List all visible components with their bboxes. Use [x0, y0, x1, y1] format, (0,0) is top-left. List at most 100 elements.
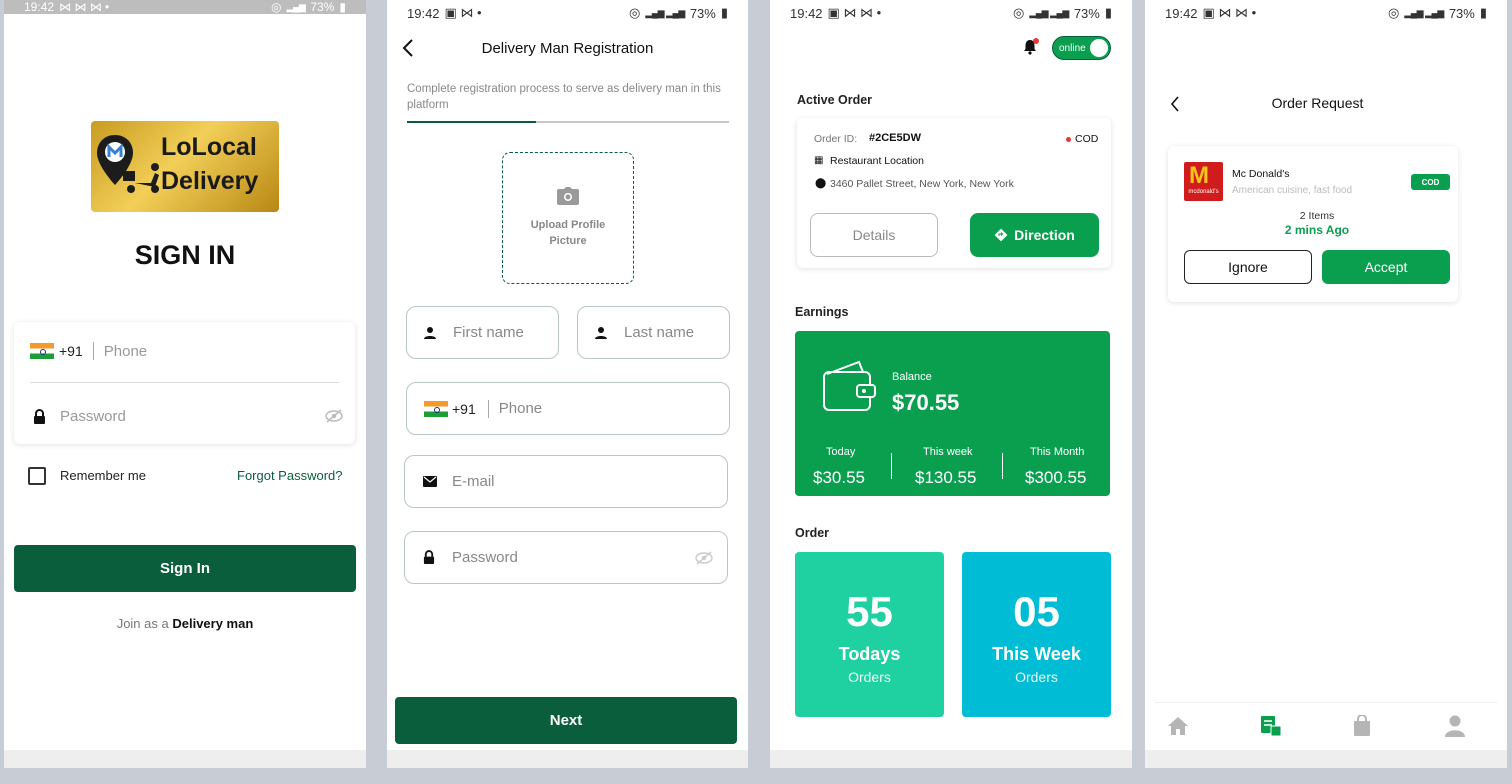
status-time: 19:42 [407, 5, 440, 21]
online-toggle[interactable]: online [1052, 36, 1111, 60]
week-value: $130.55 [915, 468, 977, 487]
hotspot-icon: ◎ [1013, 5, 1025, 20]
status-bar: 19:42 ⋈ ⋈ ⋈ • ◎ ▂▄▆ 73% ▮ [4, 0, 366, 14]
hotspot-icon: ◎ [271, 0, 282, 14]
online-label: online [1059, 42, 1086, 54]
signin-screen: 19:42 ⋈ ⋈ ⋈ • ◎ ▂▄▆ 73% ▮ LoLocal Delive… [4, 0, 366, 768]
ignore-button[interactable]: Ignore [1184, 250, 1312, 284]
login-card: +91 Phone Password [14, 322, 355, 444]
upload-label: Upload Profile Picture [530, 219, 606, 247]
join-delivery-link[interactable]: Delivery man [172, 616, 253, 631]
today-value: $30.55 [813, 468, 865, 487]
order-title: Order [795, 526, 830, 540]
battery-icon: ▮ [1104, 5, 1112, 20]
notification-bell[interactable] [1023, 38, 1039, 57]
status-bar: 19:42 ▣ ⋈ • ◎ ▂▄▆ ▂▄▆ 73% ▮ [387, 0, 748, 26]
payment-badge: COD [1411, 174, 1450, 190]
signal-icon: ▂▄▆ ▂▄▆ [1404, 7, 1444, 18]
order-address: 3460 Pallet Street, New York, New York [830, 178, 1014, 190]
accept-button[interactable]: Accept [1322, 250, 1450, 284]
eye-off-icon [325, 409, 343, 423]
forgot-password-link[interactable]: Forgot Password? [237, 468, 343, 483]
earnings-divider [891, 453, 892, 479]
status-bar: 19:42 ▣ ⋈ ⋈ • ◎ ▂▄▆ ▂▄▆ 73% ▮ [1145, 0, 1507, 26]
notification-icons: ▣ ⋈ ⋈ • [1202, 5, 1257, 20]
active-order-card: Order ID: #2CE5DW COD ▦ Restaurant Locat… [797, 118, 1111, 268]
email-input[interactable]: E-mail [452, 473, 495, 490]
month-value: $300.55 [1025, 468, 1087, 487]
password-field[interactable]: Password [404, 531, 728, 584]
battery-icon: ▮ [720, 5, 728, 20]
phone-input[interactable]: Phone [499, 400, 542, 417]
signal-icon: ▂▄▆ ▂▄▆ [1029, 7, 1069, 18]
signal-icon: ▂▄▆ ▂▄▆ [645, 7, 685, 18]
shopping-bag-icon [1354, 715, 1370, 736]
phone-row[interactable]: +91 Phone [30, 339, 340, 363]
earnings-divider [1002, 453, 1003, 479]
upload-profile-picture[interactable]: Upload Profile Picture [502, 152, 634, 284]
first-name-field[interactable]: First name [406, 306, 559, 359]
todays-orders-label: Todays [838, 644, 901, 664]
password-input[interactable]: Password [452, 549, 518, 566]
remember-label: Remember me [60, 468, 146, 483]
country-code[interactable]: +91 [452, 401, 476, 417]
battery-text: 73% [689, 5, 716, 21]
direction-icon [994, 228, 1008, 242]
notification-icons: ▣ ⋈ ⋈ • [827, 5, 882, 20]
phone-input[interactable]: Phone [104, 343, 147, 360]
restaurant-cuisine: American cuisine, fast food [1232, 185, 1353, 196]
details-button[interactable]: Details [810, 213, 938, 257]
app-logo: LoLocal Delivery [91, 121, 279, 212]
india-flag-icon [424, 400, 448, 417]
person-icon [424, 326, 436, 339]
registration-screen: 19:42 ▣ ⋈ • ◎ ▂▄▆ ▂▄▆ 73% ▮ Delivery Man… [387, 0, 748, 768]
balance-value: $70.55 [892, 390, 960, 415]
todays-orders-card[interactable]: 55 Todays Orders [795, 552, 944, 717]
remember-checkbox[interactable] [28, 467, 46, 485]
last-name-input[interactable]: Last name [624, 324, 694, 341]
bottom-nav [1155, 702, 1497, 750]
status-bar: 19:42 ▣ ⋈ ⋈ • ◎ ▂▄▆ ▂▄▆ 73% ▮ [770, 0, 1132, 26]
phone-field[interactable]: +91 Phone [406, 382, 730, 435]
restaurant-icon: ▦ [814, 155, 824, 166]
notification-dot [1033, 38, 1039, 44]
balance-label: Balance [892, 371, 932, 383]
notification-icons: ⋈ ⋈ ⋈ • [59, 0, 110, 14]
progress-fill [407, 121, 536, 123]
join-row: Join as a Delivery man [4, 616, 366, 631]
restaurant-name: Mc Donald's [1232, 168, 1290, 180]
last-name-field[interactable]: Last name [577, 306, 730, 359]
signin-button[interactable]: Sign In [14, 545, 356, 592]
order-id: #2CE5DW [869, 132, 921, 144]
logo-line1: LoLocal [161, 133, 257, 161]
password-input[interactable]: Password [60, 408, 126, 425]
week-orders-label: This Week [992, 644, 1081, 664]
system-nav-strip [1145, 750, 1507, 768]
join-prefix: Join as a [116, 616, 169, 631]
direction-button[interactable]: Direction [970, 213, 1099, 257]
next-button[interactable]: Next [395, 697, 737, 744]
first-name-input[interactable]: First name [453, 324, 524, 341]
email-field[interactable]: E-mail [404, 455, 728, 508]
hotspot-icon: ◎ [629, 5, 641, 20]
eye-off-icon [695, 550, 713, 565]
active-order-title: Active Order [797, 93, 873, 107]
status-time: 19:42 [24, 0, 55, 14]
camera-icon [557, 187, 579, 205]
items-count: 2 Items [1299, 210, 1335, 222]
earnings-title: Earnings [795, 305, 849, 319]
battery-text: 73% [1073, 5, 1100, 21]
hotspot-icon: ◎ [1388, 5, 1400, 20]
home-icon [1168, 717, 1188, 735]
divider [487, 399, 489, 418]
page-title: Delivery Man Registration [481, 40, 654, 57]
india-flag-icon [30, 343, 54, 359]
week-orders-count: 05 [1013, 588, 1060, 635]
country-code[interactable]: +91 [59, 343, 83, 359]
week-orders-card[interactable]: 05 This Week Orders [962, 552, 1111, 717]
system-nav-strip [770, 750, 1132, 768]
earnings-card: Balance $70.55 Today $30.55 This week $1… [795, 331, 1110, 496]
progress-track [407, 121, 729, 123]
battery-icon: ▮ [339, 0, 346, 14]
week-orders-sub: Orders [1015, 669, 1058, 685]
